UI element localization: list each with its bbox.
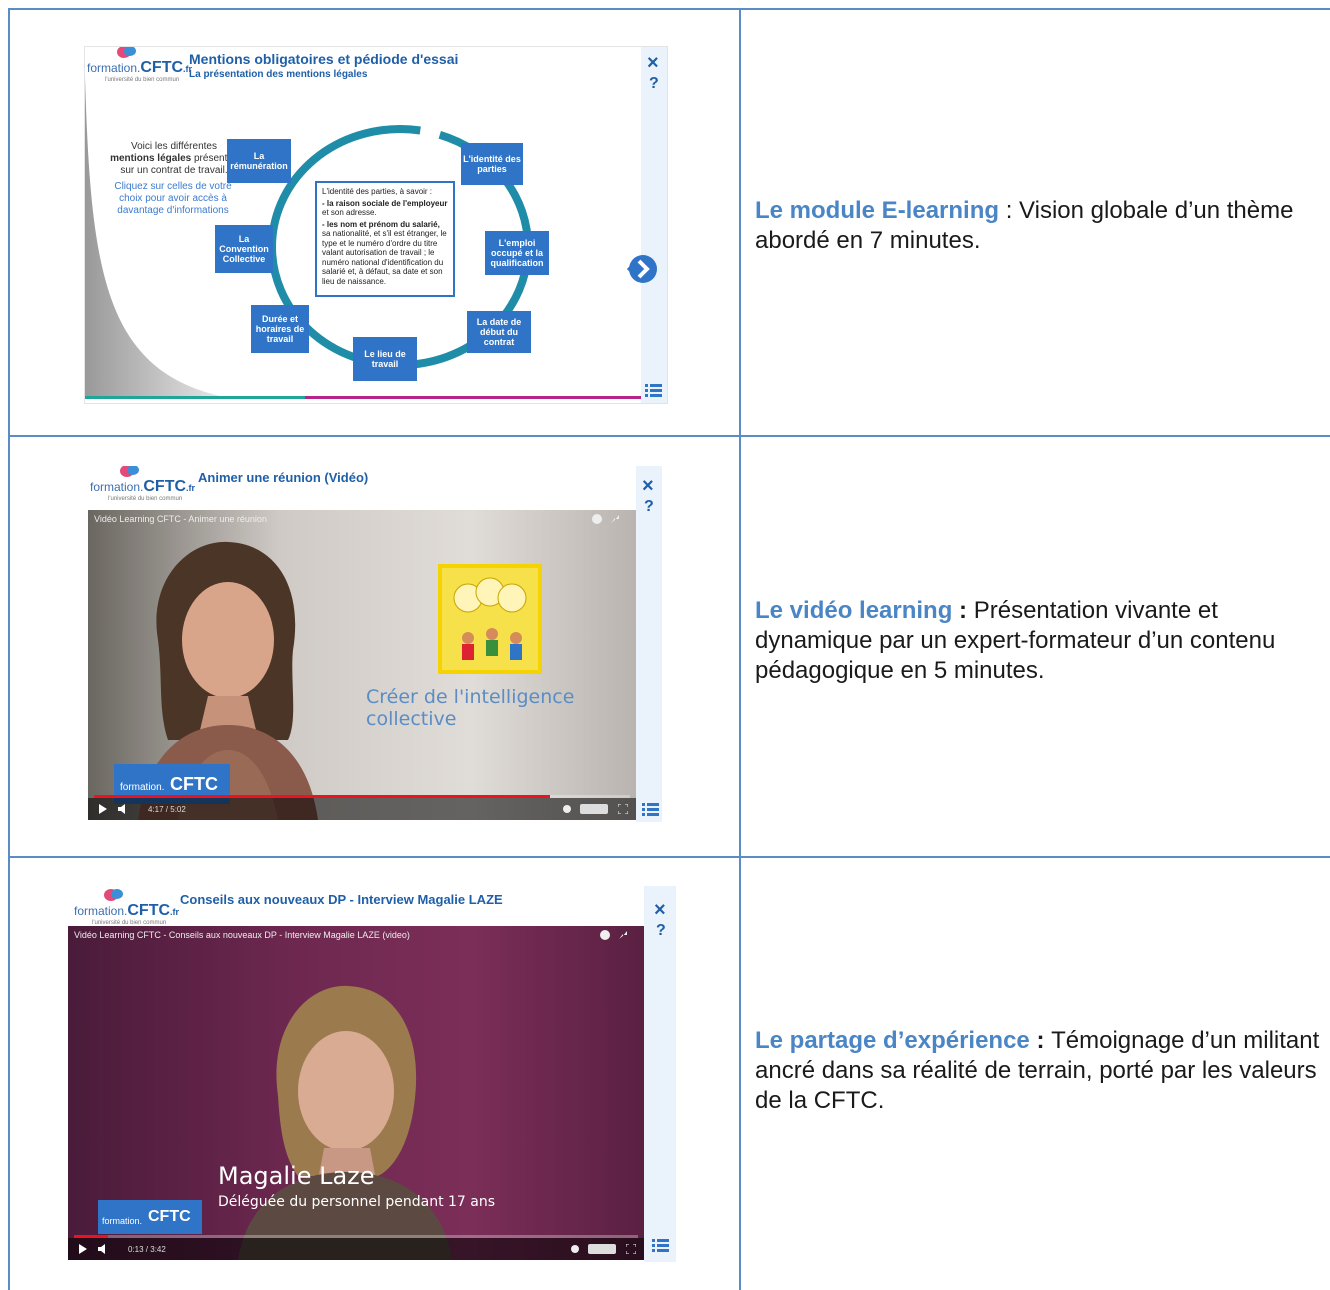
mention-box-duree[interactable]: Durée et horaires de travail: [251, 305, 309, 353]
list-menu-icon[interactable]: [645, 383, 663, 397]
play-icon[interactable]: [98, 804, 108, 814]
row3-description: Le partage d’expérience : Témoignage d’u…: [755, 1027, 1320, 1114]
clock-icon[interactable]: [592, 514, 602, 524]
cftc-logo: formation.CFTC.fr l'université du bien c…: [90, 466, 195, 502]
video-learning-screenshot: formation.CFTC.fr l'université du bien c…: [88, 466, 662, 822]
fullscreen-icon[interactable]: [626, 1244, 636, 1254]
youtube-icon[interactable]: [580, 804, 608, 814]
youtube-icon[interactable]: [588, 1244, 616, 1254]
module-title: Conseils aux nouveaux DP - Interview Mag…: [180, 892, 503, 907]
speech-bubble-icon: [117, 47, 136, 58]
table-divider-vertical: [739, 8, 741, 1290]
settings-icon[interactable]: [570, 1244, 580, 1254]
list-menu-icon[interactable]: [642, 802, 660, 816]
mention-box-lieu[interactable]: Le lieu de travail: [353, 337, 417, 381]
lower-third-name: Magalie Laze: [218, 1162, 375, 1190]
video-title: Vidéo Learning CFTC - Animer une réunion: [94, 514, 267, 524]
video-watermark-logo: formation. CFTC: [98, 1200, 202, 1234]
close-button[interactable]: ×: [647, 53, 659, 73]
volume-icon[interactable]: [98, 1244, 110, 1254]
close-button[interactable]: ×: [642, 476, 654, 496]
video-time: 0:13 / 3:42: [128, 1245, 166, 1254]
video-time: 4:17 / 5:02: [148, 805, 186, 814]
video-controls: 0:13 / 3:42: [68, 1238, 644, 1260]
interviewee-figure: [238, 985, 452, 1260]
clock-icon[interactable]: [600, 930, 610, 940]
info-popup: L'identité des parties, à savoir : - la …: [315, 181, 455, 297]
play-icon[interactable]: [78, 1244, 88, 1254]
table-divider-row2: [8, 856, 1330, 858]
table-border-left: [8, 8, 10, 1290]
module-side-bar: [636, 466, 662, 822]
close-button[interactable]: ×: [654, 900, 666, 920]
mention-box-remuneration[interactable]: La rémunération: [227, 139, 291, 183]
video-title: Vidéo Learning CFTC - Conseils aux nouve…: [74, 930, 410, 940]
video-player[interactable]: Vidéo Learning CFTC - Conseils aux nouve…: [68, 926, 644, 1260]
volume-icon[interactable]: [118, 804, 130, 814]
mention-box-identite[interactable]: L'identité des parties: [461, 143, 523, 185]
cftc-logo: formation.CFTC.fr l'université du bien c…: [74, 889, 179, 926]
next-arrow-icon[interactable]: [627, 253, 659, 285]
slide-caption: Créer de l'intelligence collective: [366, 686, 575, 730]
lightbulb-slide-image: [438, 564, 542, 674]
intro-instruction-link: Cliquez sur celles de votre choix pour a…: [114, 181, 232, 216]
module-side-bar: [641, 47, 667, 403]
video-controls: 4:17 / 5:02: [88, 798, 636, 820]
mention-box-date-debut[interactable]: La date de début du contrat: [467, 311, 531, 353]
module-title: Animer une réunion (Vidéo): [198, 470, 369, 485]
share-icon[interactable]: [610, 514, 620, 524]
mention-box-convention[interactable]: La Convention Collective: [215, 225, 273, 273]
row1-description: Le module E-learning : Vision globale d’…: [755, 197, 1294, 254]
share-icon[interactable]: [618, 930, 628, 940]
mention-box-emploi[interactable]: L'emploi occupé et la qualification: [485, 231, 549, 275]
help-button[interactable]: ?: [649, 75, 659, 93]
lower-third-role: Déléguée du personnel pendant 17 ans: [218, 1194, 496, 1210]
row2-description: Le vidéo learning : Présentation vivante…: [755, 597, 1276, 684]
list-menu-icon[interactable]: [652, 1238, 670, 1252]
help-button[interactable]: ?: [656, 922, 666, 940]
fullscreen-icon[interactable]: [618, 804, 628, 814]
module-title: Mentions obligatoires et pédiode d'essai: [189, 51, 459, 67]
video-player[interactable]: Créer de l'intelligence collective Vidéo…: [88, 510, 636, 820]
speech-bubble-icon: [104, 889, 123, 901]
settings-icon[interactable]: [562, 804, 572, 814]
experience-video-screenshot: formation.CFTC.fr l'université du bien c…: [68, 886, 676, 1262]
table-border-top: [8, 8, 1330, 10]
help-button[interactable]: ?: [644, 498, 654, 516]
elearning-module-screenshot: formation.CFTC.fr l'université du bien c…: [84, 46, 668, 404]
module-side-bar: [644, 886, 676, 1262]
speech-bubble-icon: [120, 466, 139, 477]
table-divider-row1: [8, 435, 1330, 437]
